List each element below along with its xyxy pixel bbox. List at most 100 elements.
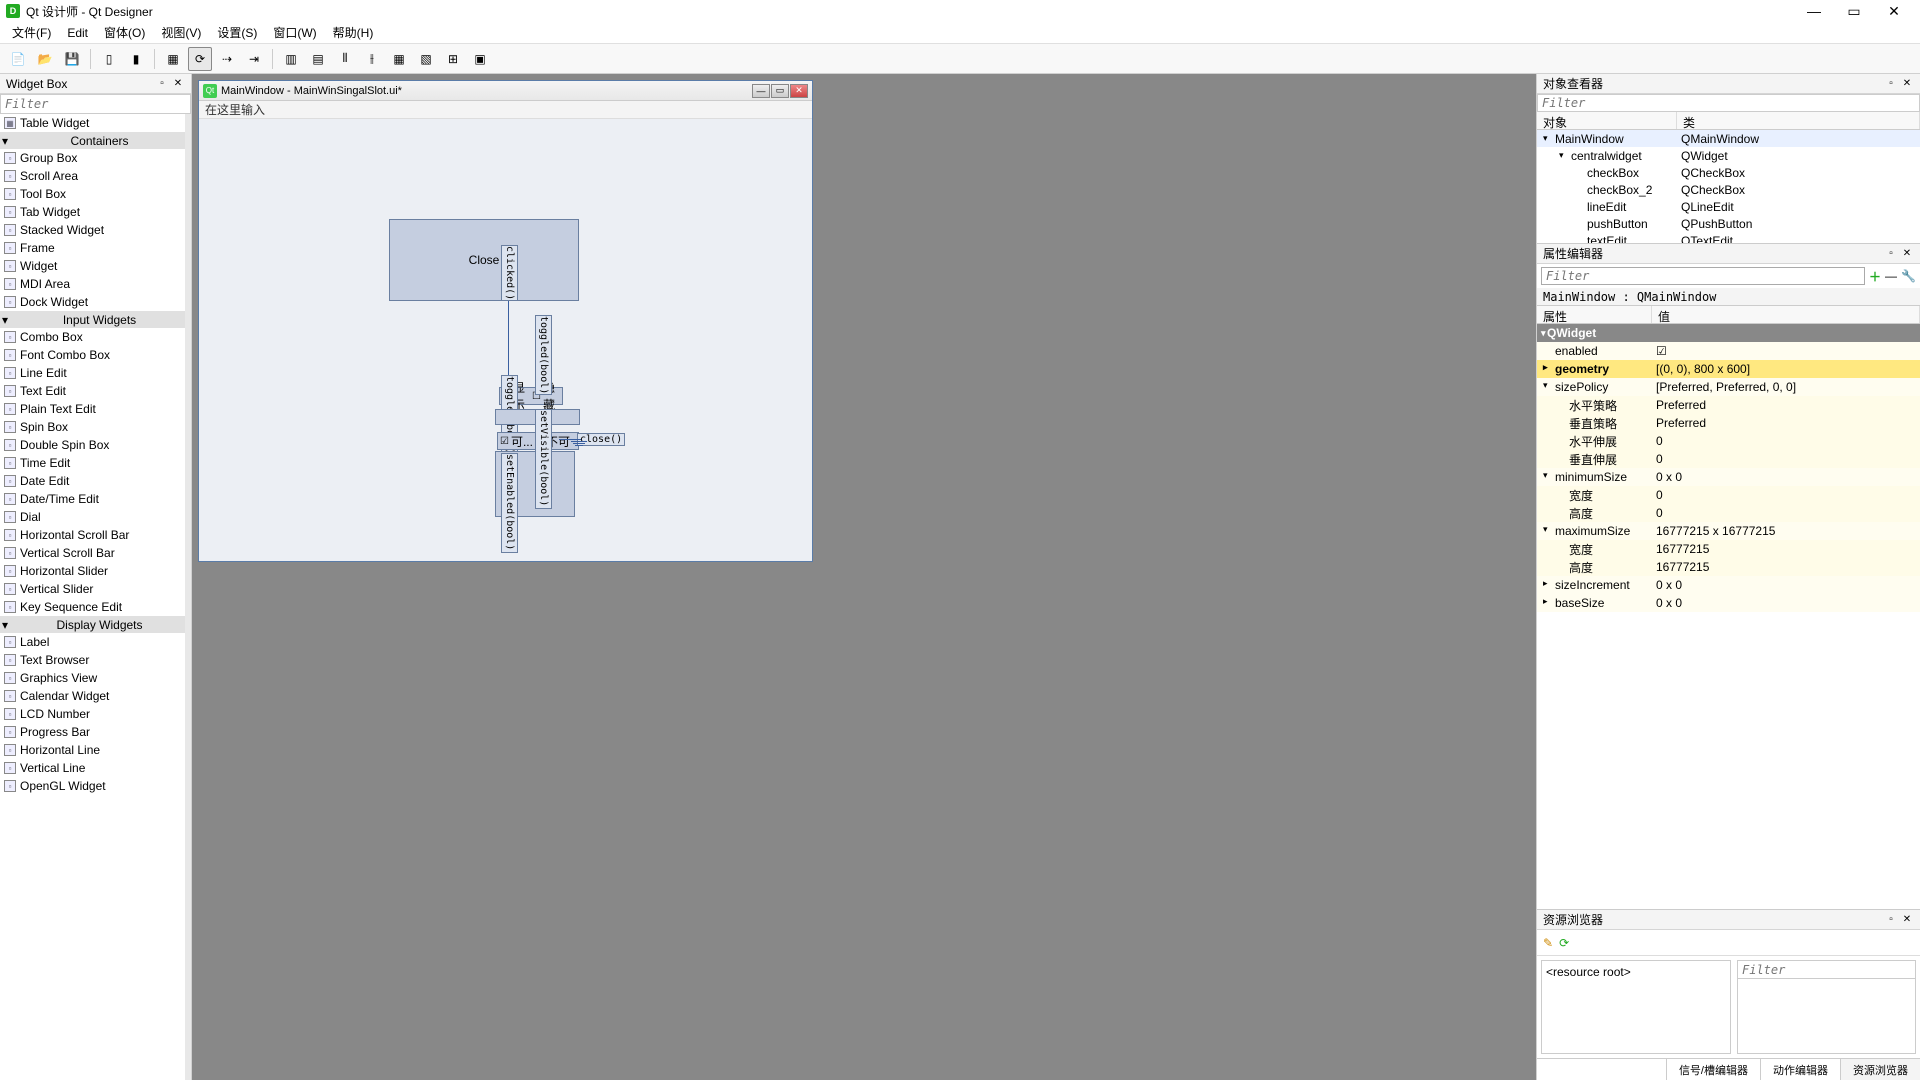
widget-item[interactable]: ▫Graphics View bbox=[0, 669, 185, 687]
property-value[interactable]: 16777215 x 16777215 bbox=[1652, 524, 1920, 538]
resource-tree[interactable]: <resource root> bbox=[1541, 960, 1731, 1054]
property-row[interactable]: 水平策略Preferred bbox=[1537, 396, 1920, 414]
widget-item[interactable]: ▫Plain Text Edit bbox=[0, 400, 185, 418]
property-value[interactable]: [(0, 0), 800 x 600] bbox=[1652, 362, 1920, 376]
menu-window[interactable]: 窗口(W) bbox=[265, 22, 324, 43]
widget-item[interactable]: ▫Font Combo Box bbox=[0, 346, 185, 364]
widget-category[interactable]: ▾Display Widgets bbox=[0, 616, 185, 633]
widget-item[interactable]: ▫Dock Widget bbox=[0, 293, 185, 311]
widget-item[interactable]: ▫Horizontal Slider bbox=[0, 562, 185, 580]
property-row[interactable]: 高度0 bbox=[1537, 504, 1920, 522]
tb-save[interactable]: 💾 bbox=[60, 47, 84, 71]
property-value[interactable]: 0 x 0 bbox=[1652, 470, 1920, 484]
tb-open[interactable]: 📂 bbox=[33, 47, 57, 71]
widget-item[interactable]: ▫Tool Box bbox=[0, 185, 185, 203]
col-class[interactable]: 类 bbox=[1677, 112, 1920, 129]
menu-edit[interactable]: Edit bbox=[59, 24, 96, 42]
tb-layout-hs[interactable]: ⫴ bbox=[333, 47, 357, 71]
property-row[interactable]: ▾sizePolicy[Preferred, Preferred, 0, 0] bbox=[1537, 378, 1920, 396]
slot-setvisible-label[interactable]: setVisible(bool) bbox=[535, 409, 552, 509]
form-max-button[interactable]: ▭ bbox=[771, 84, 789, 98]
widget-item[interactable]: ▫Vertical Line bbox=[0, 759, 185, 777]
form-close-button[interactable]: ✕ bbox=[790, 84, 808, 98]
tab-signal-slot[interactable]: 信号/槽编辑器 bbox=[1666, 1059, 1760, 1080]
widget-item[interactable]: ▫Frame bbox=[0, 239, 185, 257]
tb-layout-h[interactable]: ▥ bbox=[279, 47, 303, 71]
property-value[interactable]: 16777215 bbox=[1652, 560, 1920, 574]
tab-resource-browser[interactable]: 资源浏览器 bbox=[1840, 1059, 1920, 1080]
widget-item[interactable]: ▫Time Edit bbox=[0, 454, 185, 472]
form-menubar[interactable]: 在这里输入 bbox=[199, 101, 812, 119]
tb-edit-signals[interactable]: ⟳ bbox=[188, 47, 212, 71]
object-row[interactable]: textEditQTextEdit bbox=[1537, 232, 1920, 243]
property-row[interactable]: ▾minimumSize0 x 0 bbox=[1537, 468, 1920, 486]
widget-category[interactable]: ▾Containers bbox=[0, 132, 185, 149]
widget-item[interactable]: ▫Horizontal Line bbox=[0, 741, 185, 759]
property-body[interactable]: ▾ QWidget enabled☑▸geometry[(0, 0), 800 … bbox=[1537, 324, 1920, 909]
object-row[interactable]: lineEditQLineEdit bbox=[1537, 198, 1920, 215]
object-row[interactable]: checkBoxQCheckBox bbox=[1537, 164, 1920, 181]
panel-float-button[interactable]: ▫ bbox=[155, 77, 169, 91]
widget-item[interactable]: ▫Group Box bbox=[0, 149, 185, 167]
property-filter[interactable] bbox=[1541, 267, 1865, 285]
property-row[interactable]: ▸geometry[(0, 0), 800 x 600] bbox=[1537, 360, 1920, 378]
property-row[interactable]: ▸baseSize0 x 0 bbox=[1537, 594, 1920, 612]
widget-item[interactable]: ▫OpenGL Widget bbox=[0, 777, 185, 795]
menu-settings[interactable]: 设置(S) bbox=[209, 22, 265, 43]
tb-new[interactable]: 📄 bbox=[6, 47, 30, 71]
tb-edit-buddies[interactable]: ⇢ bbox=[215, 47, 239, 71]
menu-view[interactable]: 视图(V) bbox=[153, 22, 209, 43]
object-row[interactable]: ▾MainWindowQMainWindow bbox=[1537, 130, 1920, 147]
object-row[interactable]: checkBox_2QCheckBox bbox=[1537, 181, 1920, 198]
property-row[interactable]: 水平伸展0 bbox=[1537, 432, 1920, 450]
widget-item[interactable]: ▫MDI Area bbox=[0, 275, 185, 293]
col-property[interactable]: 属性 bbox=[1537, 306, 1652, 323]
property-row[interactable]: 宽度0 bbox=[1537, 486, 1920, 504]
property-row[interactable]: 宽度16777215 bbox=[1537, 540, 1920, 558]
widget-item[interactable]: ▫Vertical Scroll Bar bbox=[0, 544, 185, 562]
widget-item[interactable]: ▫Spin Box bbox=[0, 418, 185, 436]
widget-item[interactable]: ▫Text Edit bbox=[0, 382, 185, 400]
tb-layout-vs[interactable]: ⫲ bbox=[360, 47, 384, 71]
property-value[interactable]: 0 x 0 bbox=[1652, 596, 1920, 610]
wrench-icon[interactable]: 🔧 bbox=[1901, 269, 1916, 283]
object-tree[interactable]: ▾MainWindowQMainWindow▾centralwidgetQWid… bbox=[1537, 130, 1920, 243]
widget-item[interactable]: ▫Double Spin Box bbox=[0, 436, 185, 454]
edit-resource-icon[interactable]: ✎ bbox=[1543, 936, 1553, 950]
property-row[interactable]: 高度16777215 bbox=[1537, 558, 1920, 576]
tb-adjust-size[interactable]: ▣ bbox=[468, 47, 492, 71]
form-window[interactable]: Qt MainWindow - MainWinSingalSlot.ui* — … bbox=[198, 80, 813, 562]
push-button-widget[interactable]: Close bbox=[389, 219, 579, 301]
widget-item[interactable]: ▫Stacked Widget bbox=[0, 221, 185, 239]
property-value[interactable]: Preferred bbox=[1652, 398, 1920, 412]
form-min-button[interactable]: — bbox=[752, 84, 770, 98]
remove-property-icon[interactable]: — bbox=[1885, 269, 1897, 283]
chevron-icon[interactable] bbox=[1557, 433, 1567, 450]
widget-item[interactable]: ▦Table Widget bbox=[0, 114, 185, 132]
chevron-icon[interactable]: ▸ bbox=[1543, 596, 1553, 610]
resource-preview[interactable] bbox=[1737, 960, 1916, 1054]
property-value[interactable]: [Preferred, Preferred, 0, 0] bbox=[1652, 380, 1920, 394]
widget-item[interactable]: ▫Date/Time Edit bbox=[0, 490, 185, 508]
panel-float-button[interactable]: ▫ bbox=[1884, 913, 1898, 927]
tb-break-layout[interactable]: ⊞ bbox=[441, 47, 465, 71]
panel-float-button[interactable]: ▫ bbox=[1884, 77, 1898, 91]
minimize-button[interactable]: — bbox=[1794, 1, 1834, 21]
chevron-icon[interactable] bbox=[1557, 559, 1567, 576]
property-value[interactable]: ☑ bbox=[1652, 344, 1920, 358]
widget-item[interactable]: ▫Line Edit bbox=[0, 364, 185, 382]
panel-close-button[interactable]: ✕ bbox=[1900, 247, 1914, 261]
tb-edit-widgets[interactable]: ▦ bbox=[161, 47, 185, 71]
col-value[interactable]: 值 bbox=[1652, 306, 1920, 323]
tab-action-editor[interactable]: 动作编辑器 bbox=[1760, 1059, 1840, 1080]
widget-item[interactable]: ▫Combo Box bbox=[0, 328, 185, 346]
resource-filter[interactable] bbox=[1738, 961, 1915, 979]
maximize-button[interactable]: ▭ bbox=[1834, 1, 1874, 21]
chevron-icon[interactable]: ▾ bbox=[1543, 470, 1553, 484]
widget-item[interactable]: ▫Label bbox=[0, 633, 185, 651]
chevron-icon[interactable] bbox=[1557, 451, 1567, 468]
property-row[interactable]: enabled☑ bbox=[1537, 342, 1920, 360]
chevron-icon[interactable] bbox=[1557, 397, 1567, 414]
property-value[interactable]: 0 bbox=[1652, 506, 1920, 520]
widget-category[interactable]: ▾Input Widgets bbox=[0, 311, 185, 328]
